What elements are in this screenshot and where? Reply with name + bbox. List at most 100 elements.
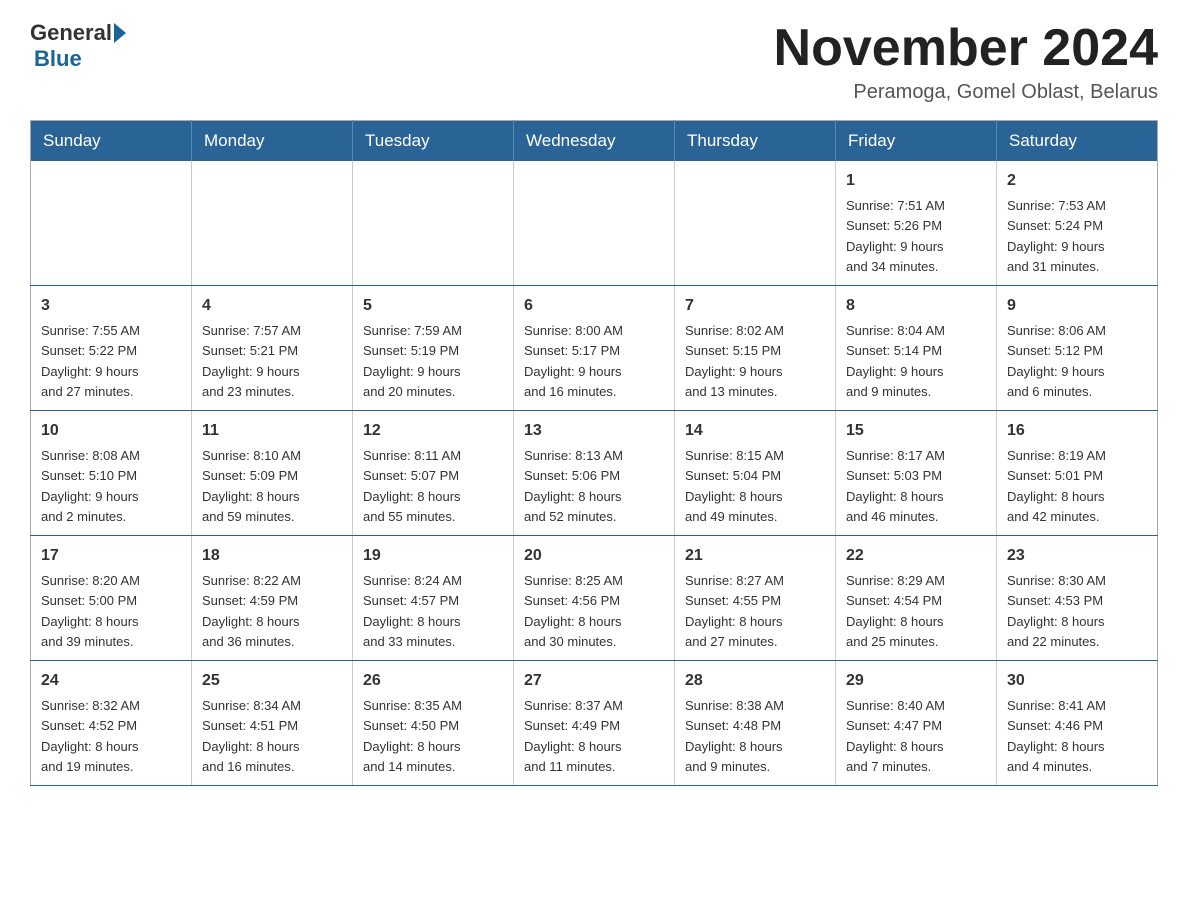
day-cell: 1 Sunrise: 7:51 AM Sunset: 5:26 PM Daylig… bbox=[836, 161, 997, 286]
day-number: 8 bbox=[846, 294, 986, 318]
day-number: 24 bbox=[41, 669, 181, 693]
day-number: 25 bbox=[202, 669, 342, 693]
day-number: 12 bbox=[363, 419, 503, 443]
day-cell: 30 Sunrise: 8:41 AM Sunset: 4:46 PM Dayli… bbox=[997, 661, 1158, 786]
day-cell: 12 Sunrise: 8:11 AM Sunset: 5:07 PM Dayli… bbox=[353, 411, 514, 536]
page-header: General Blue November 2024 Peramoga, Gom… bbox=[30, 20, 1158, 104]
week-row-1: 1 Sunrise: 7:51 AM Sunset: 5:26 PM Daylig… bbox=[31, 161, 1158, 286]
day-number: 1 bbox=[846, 169, 986, 193]
day-info: Sunrise: 8:17 AM Sunset: 5:03 PM Dayligh… bbox=[846, 448, 945, 524]
day-cell: 7 Sunrise: 8:02 AM Sunset: 5:15 PM Daylig… bbox=[675, 286, 836, 411]
day-info: Sunrise: 8:30 AM Sunset: 4:53 PM Dayligh… bbox=[1007, 573, 1106, 649]
day-cell: 3Sunrise: 7:55 AM Sunset: 5:22 PM Daylig… bbox=[31, 286, 192, 411]
day-info: Sunrise: 7:59 AM Sunset: 5:19 PM Dayligh… bbox=[363, 323, 462, 399]
day-number: 17 bbox=[41, 544, 181, 568]
day-info: Sunrise: 7:57 AM Sunset: 5:21 PM Dayligh… bbox=[202, 323, 301, 399]
day-cell: 27Sunrise: 8:37 AM Sunset: 4:49 PM Dayli… bbox=[514, 661, 675, 786]
day-cell: 24 Sunrise: 8:32 AM Sunset: 4:52 PM Dayli… bbox=[31, 661, 192, 786]
day-info: Sunrise: 8:00 AM Sunset: 5:17 PM Dayligh… bbox=[524, 323, 623, 399]
day-number: 28 bbox=[685, 669, 825, 693]
day-number: 3 bbox=[41, 294, 181, 318]
day-info: Sunrise: 8:02 AM Sunset: 5:15 PM Dayligh… bbox=[685, 323, 784, 399]
day-info: Sunrise: 8:08 AM Sunset: 5:10 PM Dayligh… bbox=[41, 448, 140, 524]
month-title: November 2024 bbox=[774, 20, 1158, 77]
day-number: 27 bbox=[524, 669, 664, 693]
day-info: Sunrise: 8:13 AM Sunset: 5:06 PM Dayligh… bbox=[524, 448, 623, 524]
day-number: 22 bbox=[846, 544, 986, 568]
day-cell: 16 Sunrise: 8:19 AM Sunset: 5:01 PM Dayli… bbox=[997, 411, 1158, 536]
day-info: Sunrise: 8:19 AM Sunset: 5:01 PM Dayligh… bbox=[1007, 448, 1106, 524]
day-info: Sunrise: 7:53 AM Sunset: 5:24 PM Dayligh… bbox=[1007, 198, 1106, 274]
header-wednesday: Wednesday bbox=[514, 121, 675, 162]
day-info: Sunrise: 8:20 AM Sunset: 5:00 PM Dayligh… bbox=[41, 573, 140, 649]
day-info: Sunrise: 8:29 AM Sunset: 4:54 PM Dayligh… bbox=[846, 573, 945, 649]
day-number: 4 bbox=[202, 294, 342, 318]
day-cell: 2Sunrise: 7:53 AM Sunset: 5:24 PM Daylig… bbox=[997, 161, 1158, 286]
week-row-4: 17 Sunrise: 8:20 AM Sunset: 5:00 PM Dayli… bbox=[31, 536, 1158, 661]
day-cell: 21Sunrise: 8:27 AM Sunset: 4:55 PM Dayli… bbox=[675, 536, 836, 661]
logo-arrow-icon bbox=[114, 23, 126, 43]
day-number: 29 bbox=[846, 669, 986, 693]
day-number: 9 bbox=[1007, 294, 1147, 318]
day-info: Sunrise: 8:41 AM Sunset: 4:46 PM Dayligh… bbox=[1007, 698, 1106, 774]
day-cell: 20 Sunrise: 8:25 AM Sunset: 4:56 PM Dayli… bbox=[514, 536, 675, 661]
day-cell: 14 Sunrise: 8:15 AM Sunset: 5:04 PM Dayli… bbox=[675, 411, 836, 536]
day-info: Sunrise: 8:15 AM Sunset: 5:04 PM Dayligh… bbox=[685, 448, 784, 524]
day-cell: 10 Sunrise: 8:08 AM Sunset: 5:10 PM Dayli… bbox=[31, 411, 192, 536]
calendar-header-row: SundayMondayTuesdayWednesdayThursdayFrid… bbox=[31, 121, 1158, 162]
day-cell: 29 Sunrise: 8:40 AM Sunset: 4:47 PM Dayli… bbox=[836, 661, 997, 786]
day-cell bbox=[353, 161, 514, 286]
day-cell: 4 Sunrise: 7:57 AM Sunset: 5:21 PM Daylig… bbox=[192, 286, 353, 411]
day-info: Sunrise: 8:38 AM Sunset: 4:48 PM Dayligh… bbox=[685, 698, 784, 774]
day-info: Sunrise: 8:24 AM Sunset: 4:57 PM Dayligh… bbox=[363, 573, 462, 649]
header-tuesday: Tuesday bbox=[353, 121, 514, 162]
day-cell: 13Sunrise: 8:13 AM Sunset: 5:06 PM Dayli… bbox=[514, 411, 675, 536]
day-cell: 22 Sunrise: 8:29 AM Sunset: 4:54 PM Dayli… bbox=[836, 536, 997, 661]
day-cell: 26Sunrise: 8:35 AM Sunset: 4:50 PM Dayli… bbox=[353, 661, 514, 786]
day-number: 20 bbox=[524, 544, 664, 568]
day-cell: 11Sunrise: 8:10 AM Sunset: 5:09 PM Dayli… bbox=[192, 411, 353, 536]
day-cell: 6 Sunrise: 8:00 AM Sunset: 5:17 PM Daylig… bbox=[514, 286, 675, 411]
day-number: 23 bbox=[1007, 544, 1147, 568]
day-number: 11 bbox=[202, 419, 342, 443]
day-cell bbox=[192, 161, 353, 286]
week-row-2: 3Sunrise: 7:55 AM Sunset: 5:22 PM Daylig… bbox=[31, 286, 1158, 411]
day-info: Sunrise: 8:40 AM Sunset: 4:47 PM Dayligh… bbox=[846, 698, 945, 774]
day-cell bbox=[514, 161, 675, 286]
day-cell: 18Sunrise: 8:22 AM Sunset: 4:59 PM Dayli… bbox=[192, 536, 353, 661]
day-info: Sunrise: 7:51 AM Sunset: 5:26 PM Dayligh… bbox=[846, 198, 945, 274]
day-number: 10 bbox=[41, 419, 181, 443]
header-sunday: Sunday bbox=[31, 121, 192, 162]
header-saturday: Saturday bbox=[997, 121, 1158, 162]
day-cell: 28 Sunrise: 8:38 AM Sunset: 4:48 PM Dayli… bbox=[675, 661, 836, 786]
day-info: Sunrise: 8:11 AM Sunset: 5:07 PM Dayligh… bbox=[363, 448, 461, 524]
day-info: Sunrise: 8:35 AM Sunset: 4:50 PM Dayligh… bbox=[363, 698, 462, 774]
day-number: 16 bbox=[1007, 419, 1147, 443]
day-cell: 19Sunrise: 8:24 AM Sunset: 4:57 PM Dayli… bbox=[353, 536, 514, 661]
header-thursday: Thursday bbox=[675, 121, 836, 162]
day-cell: 17 Sunrise: 8:20 AM Sunset: 5:00 PM Dayli… bbox=[31, 536, 192, 661]
day-number: 5 bbox=[363, 294, 503, 318]
day-number: 21 bbox=[685, 544, 825, 568]
day-info: Sunrise: 8:34 AM Sunset: 4:51 PM Dayligh… bbox=[202, 698, 301, 774]
day-number: 7 bbox=[685, 294, 825, 318]
day-cell bbox=[31, 161, 192, 286]
title-section: November 2024 Peramoga, Gomel Oblast, Be… bbox=[774, 20, 1158, 104]
header-monday: Monday bbox=[192, 121, 353, 162]
day-number: 18 bbox=[202, 544, 342, 568]
location-subtitle: Peramoga, Gomel Oblast, Belarus bbox=[774, 81, 1158, 104]
logo: General Blue bbox=[30, 20, 128, 72]
day-number: 14 bbox=[685, 419, 825, 443]
day-info: Sunrise: 8:32 AM Sunset: 4:52 PM Dayligh… bbox=[41, 698, 140, 774]
day-number: 30 bbox=[1007, 669, 1147, 693]
day-cell: 5 Sunrise: 7:59 AM Sunset: 5:19 PM Daylig… bbox=[353, 286, 514, 411]
day-cell: 8Sunrise: 8:04 AM Sunset: 5:14 PM Daylig… bbox=[836, 286, 997, 411]
day-cell: 9Sunrise: 8:06 AM Sunset: 5:12 PM Daylig… bbox=[997, 286, 1158, 411]
day-info: Sunrise: 8:25 AM Sunset: 4:56 PM Dayligh… bbox=[524, 573, 623, 649]
day-cell bbox=[675, 161, 836, 286]
day-number: 6 bbox=[524, 294, 664, 318]
calendar-table: SundayMondayTuesdayWednesdayThursdayFrid… bbox=[30, 120, 1158, 786]
day-cell: 25 Sunrise: 8:34 AM Sunset: 4:51 PM Dayli… bbox=[192, 661, 353, 786]
day-cell: 23 Sunrise: 8:30 AM Sunset: 4:53 PM Dayli… bbox=[997, 536, 1158, 661]
day-number: 15 bbox=[846, 419, 986, 443]
